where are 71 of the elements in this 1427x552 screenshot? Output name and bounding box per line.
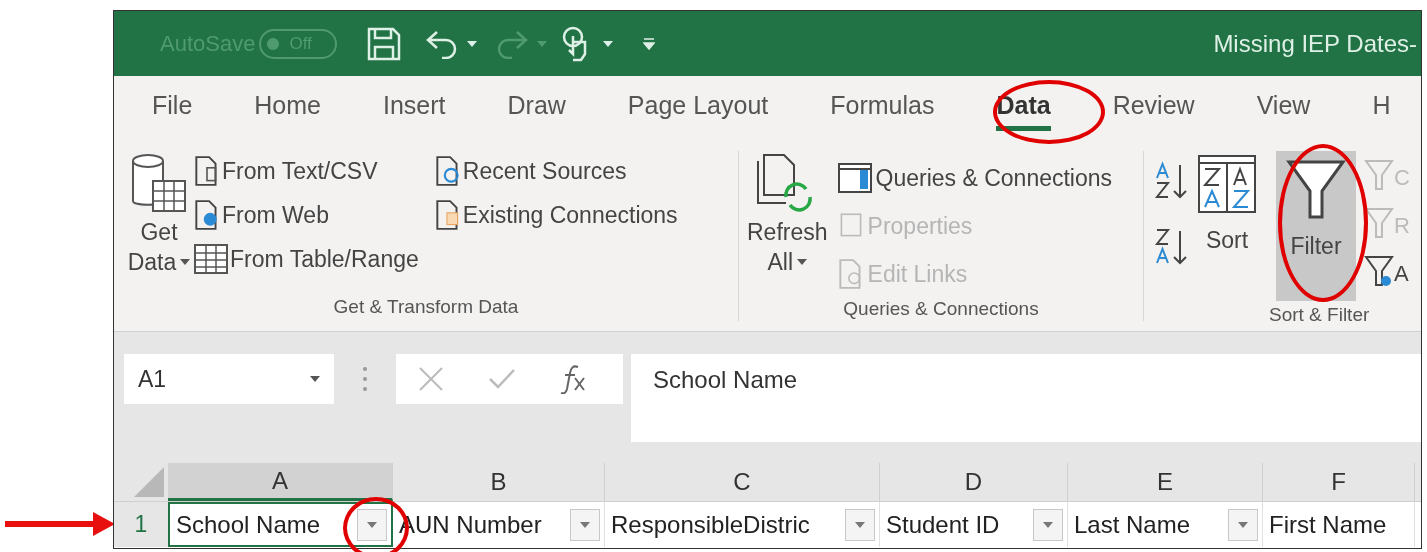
ribbon-command[interactable]: Recent Sources	[434, 153, 678, 189]
ribbon-tab[interactable]: Review	[1112, 86, 1195, 131]
caret-icon	[1238, 521, 1248, 528]
ribbon-command[interactable]: From Table/Range	[194, 241, 419, 277]
ribbon-tab[interactable]: Formulas	[830, 86, 935, 131]
ribbon-command[interactable]: From Text/CSV	[194, 153, 419, 189]
drag-handle-icon[interactable]	[362, 366, 368, 392]
undo-caret-icon	[467, 40, 478, 47]
sort-button[interactable]: Sort	[1198, 155, 1256, 301]
sort-ascending-icon[interactable]	[1154, 161, 1190, 201]
ribbon-tab[interactable]: Draw	[507, 86, 566, 131]
document-title: Missing IEP Dates-	[1213, 28, 1417, 59]
caret-icon	[367, 521, 377, 528]
caret-icon	[855, 521, 865, 528]
name-box[interactable]: A1	[124, 354, 334, 404]
ribbon-command[interactable]: Existing Connections	[434, 197, 678, 233]
panel-icon	[837, 163, 872, 193]
header-cell-text: Last Name	[1074, 509, 1191, 540]
check-icon[interactable]	[488, 368, 516, 390]
filter-button[interactable]: Filter	[1276, 151, 1356, 301]
ribbon-tab[interactable]: Page Layout	[627, 86, 769, 131]
ribbon-tab[interactable]: View	[1256, 86, 1311, 131]
caret-icon	[797, 259, 808, 265]
table-cell[interactable]: First Name	[1263, 502, 1415, 547]
column-header[interactable]: A	[168, 463, 393, 501]
function-icon[interactable]	[560, 364, 588, 394]
formula-field[interactable]: School Name	[631, 354, 1421, 442]
ribbon-command[interactable]: Queries & Connections	[837, 157, 1113, 199]
touch-caret-icon	[603, 40, 614, 47]
ribbon-tab[interactable]: Home	[254, 86, 321, 131]
filter-dropdown-button[interactable]	[570, 508, 600, 541]
get-data-button[interactable]: Get Data	[124, 151, 194, 293]
selected-cell[interactable]: School Name	[168, 502, 393, 547]
header-cell-text: School Name	[176, 509, 321, 540]
ribbon-tab[interactable]: File	[152, 86, 193, 131]
caret-icon	[1043, 521, 1053, 528]
filter-dropdown-button[interactable]	[1228, 508, 1258, 541]
header-cell-text: Student ID	[886, 509, 1000, 540]
cut-label: R	[1394, 211, 1410, 240]
save-icon[interactable]	[367, 26, 402, 61]
ribbon-command[interactable]: From Web	[194, 197, 419, 233]
refresh-all-button[interactable]: Refresh All	[747, 151, 828, 295]
ribbon-tab[interactable]: Insert	[383, 86, 446, 131]
clock-document-icon	[434, 155, 461, 187]
filter-icon	[1286, 159, 1346, 219]
table-cell[interactable]: ResponsibleDistric	[605, 502, 880, 547]
ribbon-tab[interactable]: H	[1372, 86, 1391, 131]
filter-dropdown-button[interactable]	[357, 508, 387, 541]
caret-icon	[580, 521, 590, 528]
filter-dropdown-button[interactable]	[1033, 508, 1063, 541]
table-icon	[194, 244, 228, 274]
document-icon	[434, 199, 461, 231]
filter-dropdown-button[interactable]	[845, 508, 875, 541]
group-label: Queries & Connections	[843, 297, 1039, 321]
group-label: Get & Transform Data	[333, 294, 519, 319]
caret-icon	[310, 376, 320, 382]
cut-label: C	[1394, 163, 1410, 192]
sort-descending-icon[interactable]	[1154, 227, 1190, 267]
web-page-icon	[194, 199, 220, 231]
table-cell[interactable]: Last Name	[1068, 502, 1263, 547]
caret-icon	[180, 259, 191, 265]
redo-caret-icon	[537, 40, 548, 47]
sort-icon	[1198, 155, 1256, 213]
redo-icon	[495, 28, 530, 59]
table-cell[interactable]: Student ID	[880, 502, 1068, 547]
cut-label: A	[1394, 259, 1409, 288]
customize-toolbar-icon[interactable]	[643, 37, 656, 50]
header-cell-text: First Name	[1269, 509, 1387, 540]
group-label: Sort & Filter	[1269, 303, 1371, 321]
header-cell-text: ResponsibleDistric	[611, 509, 810, 540]
row-header[interactable]: 1	[114, 502, 168, 547]
